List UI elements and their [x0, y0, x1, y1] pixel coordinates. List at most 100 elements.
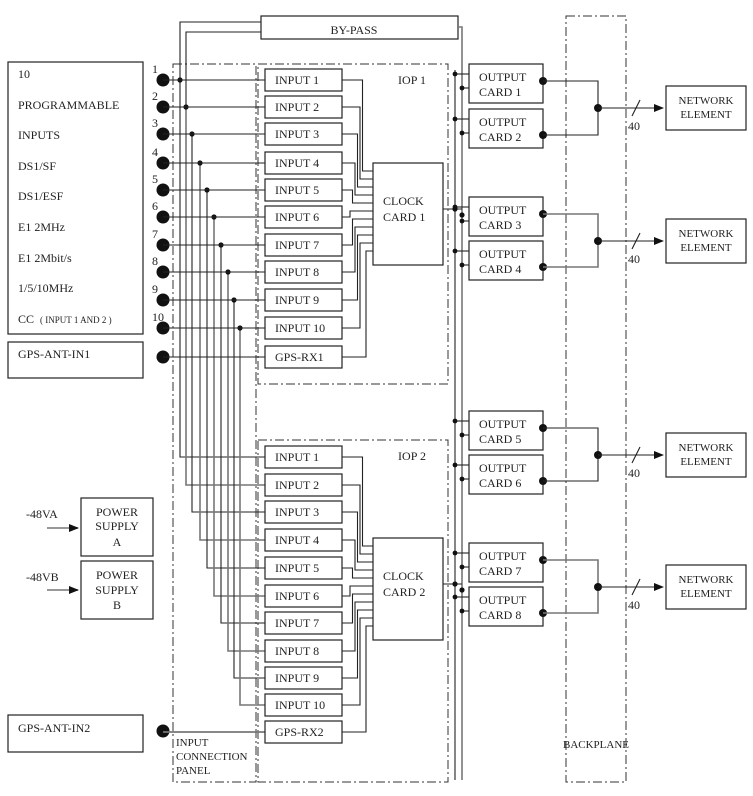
power-supply-a: -48VA POWER SUPPLY A: [26, 497, 154, 557]
connector-number: 6: [152, 199, 158, 213]
input-label: INPUT 4: [275, 533, 319, 547]
output-merge-wire: [543, 559, 599, 614]
backplane-label: BACKPLANE: [563, 739, 629, 751]
connector-number: 9: [152, 282, 158, 296]
network-element-label: ELEMENT: [680, 456, 732, 468]
gps-rx-label: GPS-RX2: [275, 725, 324, 739]
cc-note: ( INPUT 1 AND 2 ): [40, 315, 112, 325]
gps-ant-in1-label: GPS-ANT-IN1: [18, 347, 90, 361]
power-label: B: [113, 598, 121, 612]
input-label: INPUT 10: [275, 321, 325, 335]
network-element-label: ELEMENT: [680, 242, 732, 254]
output-card-label: OUTPUT: [479, 115, 527, 129]
junction-dot: [452, 116, 458, 122]
output-card-label: CARD 8: [479, 608, 521, 622]
input-label: INPUT 3: [275, 127, 319, 141]
input-type-line: 10: [18, 67, 30, 81]
junction-dot: [459, 432, 465, 438]
clock-feed-wire: [342, 210, 373, 218]
input-type-line: INPUTS: [18, 128, 60, 142]
power-label: SUPPLY: [95, 519, 139, 533]
power-label: SUPPLY: [95, 583, 139, 597]
junction-dot: [459, 218, 465, 224]
junction-dot: [459, 85, 465, 91]
output-card-label: CARD 1: [479, 85, 521, 99]
input-feed-wire: [239, 328, 265, 706]
output-card-label: OUTPUT: [479, 203, 527, 217]
bypass-box: BY-PASS: [260, 15, 459, 40]
junction-dot: [459, 587, 465, 593]
input-label: INPUT 9: [275, 293, 319, 307]
junction-dot: [452, 204, 458, 210]
backplane-region: [565, 15, 627, 783]
input-label: INPUT 2: [275, 100, 319, 114]
network-element-box: [665, 564, 747, 610]
clock-card-label: CARD 1: [383, 210, 425, 224]
input-label: INPUT 8: [275, 265, 319, 279]
power-label: POWER: [96, 505, 138, 519]
network-element-label: NETWORK: [679, 95, 734, 107]
input-type-line: E1 2MHz: [18, 220, 65, 234]
output-card-label: OUTPUT: [479, 247, 527, 261]
bypass-output-bus: [458, 26, 463, 780]
input-label: INPUT 3: [275, 505, 319, 519]
bypass-wire: [185, 31, 261, 107]
output-card-label: OUTPUT: [479, 549, 527, 563]
bypass-wire: [179, 21, 261, 80]
input-label: INPUT 1: [275, 450, 319, 464]
input-type-line: 1/5/10MHz: [18, 281, 73, 295]
power-label: A: [113, 535, 122, 549]
junction-dot: [459, 476, 465, 482]
input-label: INPUT 4: [275, 156, 319, 170]
panel-label: INPUT: [176, 737, 209, 749]
junction-dot: [452, 462, 458, 468]
network-element-label: ELEMENT: [680, 588, 732, 600]
clock-feed-wire: [342, 189, 373, 204]
gps-connector-icon: [156, 724, 170, 738]
output-card-label: OUTPUT: [479, 593, 527, 607]
junction-dot: [452, 594, 458, 600]
input-label: INPUT 7: [275, 238, 319, 252]
input-label: INPUT 6: [275, 210, 319, 224]
network-element-box: [665, 432, 747, 478]
output-card-label: OUTPUT: [479, 417, 527, 431]
junction-dot: [452, 550, 458, 556]
input-label: INPUT 1: [275, 73, 319, 87]
input-type-line: PROGRAMMABLE: [18, 98, 119, 112]
output-card-label: CARD 4: [479, 262, 521, 276]
gps-rx-label: GPS-RX1: [275, 350, 324, 364]
connector-number: 7: [152, 227, 158, 241]
bus-width-label: 40: [628, 598, 640, 612]
gps-ant-in1-box: GPS-ANT-IN1: [7, 341, 144, 379]
output-card-label: OUTPUT: [479, 70, 527, 84]
network-element-label: NETWORK: [679, 574, 734, 586]
connector-number: 8: [152, 254, 158, 268]
output-merge-wire: [543, 427, 599, 482]
output-card-label: CARD 2: [479, 130, 521, 144]
junction-dot: [452, 581, 458, 587]
iop-label: IOP 1: [398, 73, 426, 87]
input-label: INPUT 8: [275, 644, 319, 658]
panel-label: CONNECTION: [176, 751, 248, 763]
network-element-box: [665, 85, 747, 131]
input-type-line: CC: [18, 312, 34, 326]
network-element-box: [665, 218, 747, 264]
output-card-label: CARD 6: [479, 476, 521, 490]
input-feed-wire: [179, 80, 265, 458]
junction-dot: [459, 262, 465, 268]
input-type-line: DS1/SF: [18, 159, 56, 173]
junction-dot: [452, 248, 458, 254]
panel-label: PANEL: [176, 765, 211, 777]
junction-dot: [452, 418, 458, 424]
connector-number: 4: [152, 145, 158, 159]
clock-card-label: CARD 2: [383, 585, 425, 599]
junction-dot: [459, 212, 465, 218]
junction-dot: [459, 608, 465, 614]
input-feed-wire: [199, 163, 265, 541]
clock-card-label: CLOCK: [383, 194, 424, 208]
power-supply-b: -48VB POWER SUPPLY B: [26, 560, 154, 620]
junction-dot: [459, 564, 465, 570]
input-label: INPUT 9: [275, 671, 319, 685]
input-label: INPUT 7: [275, 616, 319, 630]
output-card-label: OUTPUT: [479, 461, 527, 475]
